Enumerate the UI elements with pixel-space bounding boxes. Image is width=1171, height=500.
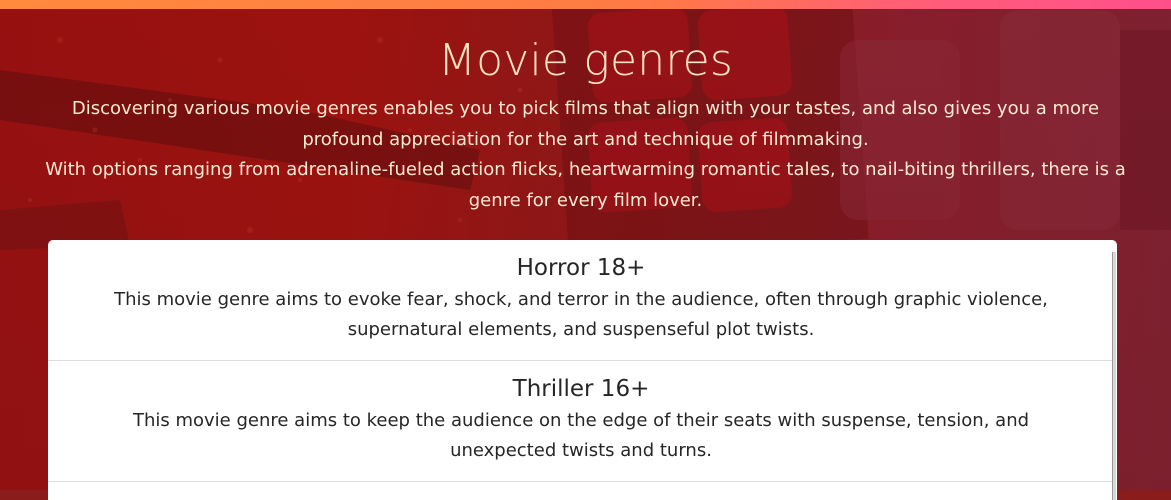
page-title: Movie genres [437, 35, 734, 86]
top-accent-strip [0, 0, 1171, 9]
genre-title: Horror 18+ [516, 255, 646, 281]
genre-item-thriller: Thriller 16+ This movie genre aims to ke… [48, 361, 1114, 482]
genre-description: This movie genre aims to evoke fear, sho… [114, 289, 1048, 340]
hero-section: Movie genres Discovering various movie g… [0, 28, 1171, 216]
genre-description: This movie genre aims to keep the audien… [132, 410, 1030, 461]
intro-paragraph-2: With options ranging from adrenaline-fue… [45, 159, 1126, 211]
genre-item-horror: Horror 18+ This movie genre aims to evok… [48, 240, 1114, 361]
intro-paragraph-1: Discovering various movie genres enables… [71, 98, 1100, 150]
genre-title: Thriller 16+ [512, 376, 650, 402]
card-scrollbar[interactable] [1112, 252, 1116, 500]
genre-list-card: Horror 18+ This movie genre aims to evok… [48, 240, 1117, 500]
